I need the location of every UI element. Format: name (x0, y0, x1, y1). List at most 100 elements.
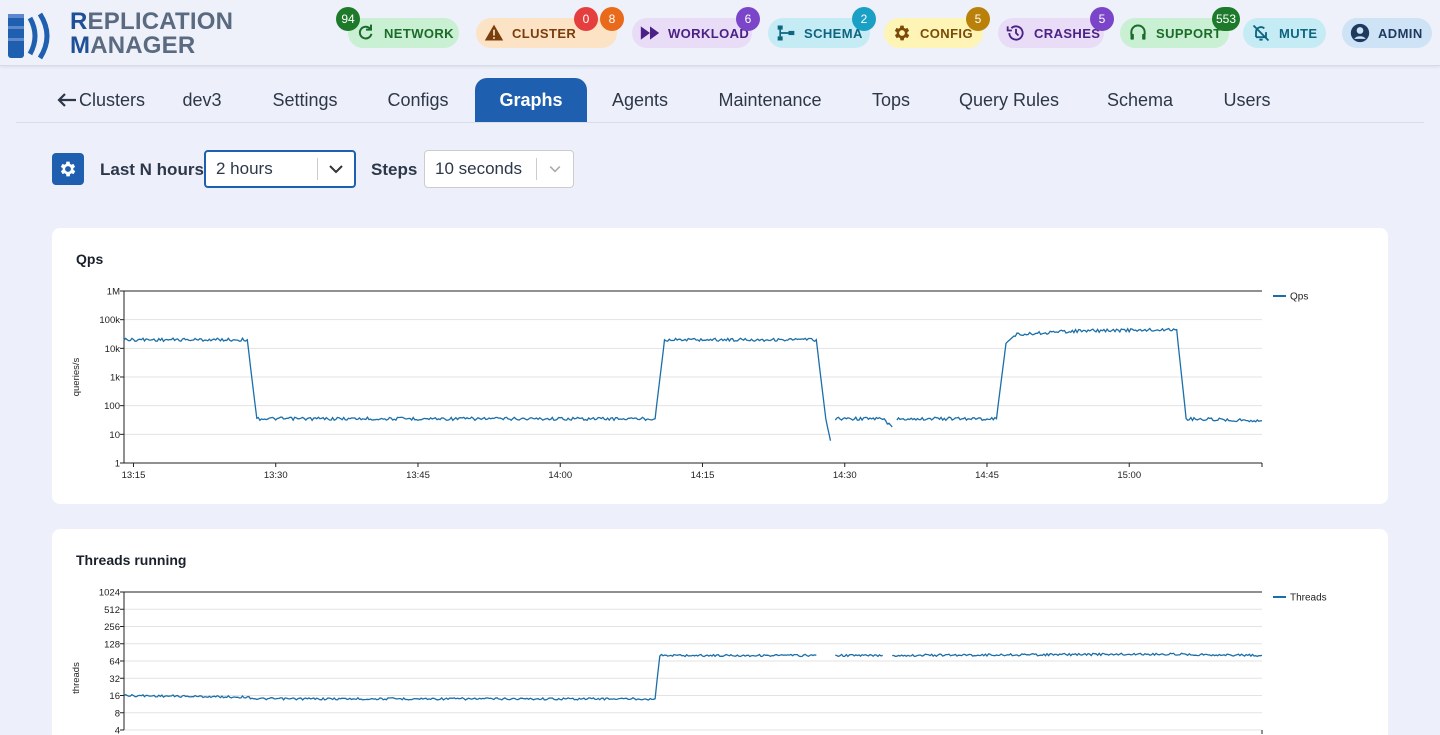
nav-pill-schema[interactable]: SCHEMA 2 (768, 7, 876, 48)
last-n-hours-value: 2 hours (216, 159, 273, 178)
tab-label: Graphs (499, 89, 563, 110)
series-line-qps (896, 327, 1263, 423)
tab-agents[interactable]: Agents (608, 78, 672, 122)
series-line-threads (892, 652, 1263, 658)
qps-chart-card: Qps 1 10 100 1k 10k 100k 1M 13:15 13:30 13:45 14:0… (52, 228, 1388, 504)
count-badge: 94 (336, 7, 360, 31)
pill-label: SUPPORT (1156, 25, 1222, 41)
logo-word: ANAGER (90, 32, 196, 59)
fast-forward-icon (640, 26, 660, 40)
nav-pill-network[interactable]: NETWORK 94 (336, 7, 459, 48)
count-badge: 6 (736, 7, 760, 31)
x-tick-label: 14:00 (548, 470, 572, 481)
nav-pill-cluster[interactable]: CLUSTER 0 8 (476, 7, 624, 48)
tab-label: Clusters (78, 89, 145, 110)
tab-label: Query Rules (958, 89, 1060, 110)
warning-icon (484, 24, 504, 41)
tab-maintenance[interactable]: Maintenance (716, 78, 824, 122)
x-tick-label: 15:00 (1117, 470, 1141, 481)
last-n-hours-select[interactable]: 2 hours (204, 150, 356, 188)
app-logo[interactable]: REPLICATION MANAGER (8, 8, 233, 60)
tab-settings[interactable]: Settings (266, 78, 344, 122)
y-tick-label: 100 (104, 401, 120, 412)
cluster-tabs: Clusters dev3 Settings Configs Graphs Ag… (16, 78, 1424, 123)
tab-tops[interactable]: Tops (868, 78, 914, 122)
tab-label: Schema (1106, 89, 1174, 110)
tab-clusters[interactable]: Clusters (42, 78, 160, 122)
y-tick-label: 4 (115, 726, 120, 735)
nav-pill-workload[interactable]: WORKLOAD 6 (632, 7, 760, 48)
tab-label: Tops (871, 89, 911, 110)
x-tick-label: 13:15 (122, 470, 146, 481)
y-tick-label: 100k (99, 315, 120, 326)
x-tick-label: 14:15 (691, 470, 715, 481)
chevron-down-icon (318, 164, 354, 174)
tab-query-rules[interactable]: Query Rules (958, 78, 1060, 122)
tab-schema[interactable]: Schema (1106, 78, 1174, 122)
bell-off-icon (1252, 24, 1270, 42)
threads-chart-card: Threads running 4 8 16 32 64 128 256 512 1024 thr… (52, 529, 1388, 735)
gear-icon (894, 25, 910, 41)
steps-select[interactable]: 10 seconds (424, 150, 574, 188)
count-badge: 5 (966, 7, 990, 31)
series-line-qps (123, 336, 832, 441)
pill-label: NETWORK (384, 25, 454, 41)
steps-label: Steps (371, 160, 418, 179)
y-tick-label: 1k (110, 373, 120, 384)
count-badge: 2 (852, 7, 876, 31)
pill-label: WORKLOAD (668, 25, 750, 41)
pill-label: SCHEMA (804, 25, 863, 41)
y-tick-label: 1M (107, 287, 120, 298)
top-header: REPLICATION MANAGER NETWORK 94 CLUSTER 0 8 WO… (0, 0, 1440, 66)
y-tick-label: 16 (109, 691, 120, 702)
tab-configs[interactable]: Configs (382, 78, 454, 122)
logo-letter: M (70, 32, 91, 59)
x-tick-label: 13:45 (406, 470, 430, 481)
gear-icon (60, 161, 76, 177)
arrow-left-icon (57, 93, 76, 107)
qps-chart: 1 10 100 1k 10k 100k 1M 13:15 13:30 13:45 14:00 14:… (71, 287, 1308, 482)
y-tick-label: 1024 (99, 588, 120, 599)
schema-icon (777, 25, 795, 41)
pill-label: CLUSTER (512, 25, 577, 41)
steps-value: 10 seconds (435, 159, 522, 178)
chevron-down-icon (537, 165, 573, 173)
nav-pill-support[interactable]: SUPPORT 553 (1120, 7, 1241, 48)
y-tick-label: 32 (109, 674, 120, 685)
y-tick-label: 10 (109, 430, 120, 441)
series-line-threads (835, 653, 883, 658)
count-badge: 8 (600, 7, 624, 31)
nav-pill-admin[interactable]: ADMIN (1342, 18, 1432, 48)
threads-chart: 4 8 16 32 64 128 256 512 1024 threads Threads (71, 588, 1327, 735)
pill-label: CRASHES (1034, 25, 1101, 41)
y-axis-label: queries/s (71, 357, 82, 396)
logo-letter: R (70, 8, 88, 35)
legend-label: Qps (1290, 292, 1308, 303)
pill-label: CONFIG (920, 25, 973, 41)
legend-label: Threads (1290, 593, 1327, 604)
tab-label: Settings (272, 89, 338, 110)
y-tick-label: 512 (104, 605, 120, 616)
graph-settings-button[interactable] (52, 153, 84, 185)
y-axis-label: threads (71, 662, 82, 694)
pill-label: ADMIN (1378, 25, 1423, 41)
tab-label: Users (1223, 89, 1271, 110)
y-tick-label: 64 (109, 657, 120, 668)
logo-icon (8, 12, 50, 60)
last-n-hours-label: Last N hours (100, 160, 204, 179)
user-circle-icon (1350, 23, 1370, 43)
tab-dev3[interactable]: dev3 (176, 78, 228, 122)
count-badge: 5 (1090, 7, 1114, 31)
y-tick-label: 8 (115, 708, 120, 719)
history-icon (1006, 25, 1024, 41)
nav-pill-mute[interactable]: MUTE (1243, 18, 1326, 48)
tab-graphs[interactable]: Graphs (475, 78, 587, 122)
y-tick-label: 256 (104, 622, 120, 633)
count-badge: 0 (574, 7, 598, 31)
tab-users[interactable]: Users (1220, 78, 1274, 122)
x-tick-label: 13:30 (264, 470, 288, 481)
tab-label: Configs (387, 89, 449, 110)
nav-pill-config[interactable]: CONFIG 5 (884, 7, 990, 48)
refresh-icon (358, 24, 373, 40)
nav-pill-crashes[interactable]: CRASHES 5 (998, 7, 1114, 48)
